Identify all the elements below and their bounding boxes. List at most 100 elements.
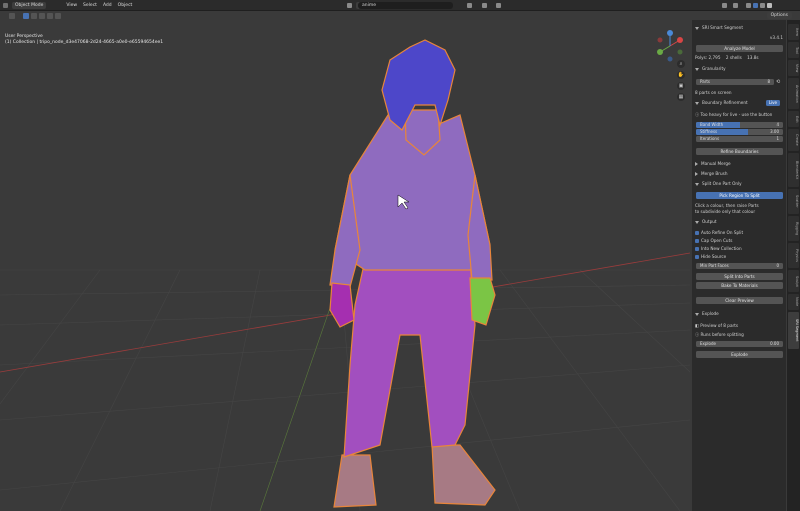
select-invert-icon[interactable] xyxy=(47,12,53,19)
parts-field[interactable]: Parts 8 xyxy=(696,79,774,85)
left-hand xyxy=(329,282,355,328)
tab-item[interactable]: Item xyxy=(788,24,799,40)
output-header[interactable]: Output xyxy=(695,219,783,224)
new-collection-checkbox[interactable]: Into New Collection xyxy=(695,246,783,251)
stiffness-slider[interactable]: Stiffness 3.00 xyxy=(696,129,783,135)
manual-merge-header[interactable]: Manual Merge xyxy=(695,161,783,166)
explode-slider[interactable]: Explode 0.00 xyxy=(696,341,783,347)
tab-view[interactable]: View xyxy=(788,60,799,76)
ortho-toggle-icon[interactable]: ▦ xyxy=(677,93,685,101)
filter-icon[interactable] xyxy=(496,2,501,8)
stat-polys: Polys: 2,795 xyxy=(695,55,721,60)
editor-type-icon[interactable] xyxy=(3,2,8,8)
auto-refine-checkbox[interactable]: Auto Refine On Split xyxy=(695,230,783,235)
viewport-info: User Perspective (1) Collection | tripo_… xyxy=(5,34,163,46)
mode-selector[interactable]: Object Mode xyxy=(12,1,47,9)
min-part-faces-field[interactable]: Min Part Faces 0 xyxy=(696,263,783,269)
iterations-field[interactable]: Iterations 1 xyxy=(696,136,783,142)
3d-viewport[interactable]: User Perspective (1) Collection | tripo_… xyxy=(0,20,690,511)
expand-icon xyxy=(695,312,699,316)
character-model[interactable] xyxy=(320,35,520,510)
explode-button[interactable]: Explode xyxy=(696,351,783,358)
checkbox-icon xyxy=(695,247,699,251)
refine-boundaries-button[interactable]: Refine Boundaries xyxy=(696,148,783,155)
overlay-icon[interactable] xyxy=(722,2,727,8)
clear-preview-button[interactable]: Clear Preview xyxy=(696,297,783,304)
band-width-slider[interactable]: Band Width 4 xyxy=(696,122,783,128)
shading-solid-icon[interactable] xyxy=(753,2,758,8)
xray-icon[interactable] xyxy=(733,2,738,8)
tab-rigging[interactable]: Rigging xyxy=(788,216,799,241)
transform-pivot-icon[interactable] xyxy=(347,2,353,8)
menu-object[interactable]: Object xyxy=(118,3,133,8)
version-label: v3.4.1 xyxy=(769,35,783,40)
stat-shells: 2 shells xyxy=(725,55,742,60)
stat-time: 13.8s xyxy=(747,55,759,60)
tab-blenderkit[interactable]: BlenderKit xyxy=(788,153,799,187)
checkbox-icon xyxy=(695,231,699,235)
link-icon[interactable]: ⟲ xyxy=(776,79,780,85)
menu-select[interactable]: Select xyxy=(83,3,97,8)
gizmo-toggle-icon[interactable] xyxy=(482,2,487,8)
shading-rendered-icon[interactable] xyxy=(767,2,772,8)
split-into-parts-button[interactable]: Split Into Parts xyxy=(696,273,783,280)
split-help-2: to subdivide only that colour xyxy=(695,209,756,214)
too-heavy-note: ⓘ Too heavy for live - use the button xyxy=(695,112,773,117)
left-boot xyxy=(333,454,377,508)
stats-row: Polys: 2,795 2 shells 13.8s xyxy=(695,55,783,60)
checkbox-icon xyxy=(695,255,699,259)
pan-hand-icon[interactable]: ✋ xyxy=(677,71,685,79)
select-subtract-icon[interactable] xyxy=(39,12,45,19)
parts-on-screen: 8 parts on screen xyxy=(695,90,732,95)
tab-tool[interactable]: Tool xyxy=(788,42,799,58)
menu-view[interactable]: View xyxy=(66,3,77,8)
tool-row xyxy=(0,11,690,20)
menu-add[interactable]: Add xyxy=(103,3,112,8)
options-dropdown[interactable]: Options xyxy=(766,12,792,19)
collapse-icon xyxy=(695,172,698,176)
expand-icon xyxy=(695,220,699,224)
header-bar: Object Mode View Select Add Object Globa… xyxy=(0,0,800,11)
split-help-1: Click a colour, then raise Parts xyxy=(695,203,759,208)
expand-icon xyxy=(695,67,699,71)
shading-material-icon[interactable] xyxy=(760,2,765,8)
visibility-icon[interactable] xyxy=(467,2,472,8)
select-box-icon[interactable] xyxy=(23,12,29,19)
panel-title: SRI Smart Segment xyxy=(695,25,783,30)
pants xyxy=(343,259,476,458)
preview-parts-row: ◧ Preview of 8 parts xyxy=(695,323,739,328)
expand-icon xyxy=(695,101,699,105)
merge-brush-header[interactable]: Merge Brush xyxy=(695,171,783,176)
tab-create[interactable]: Create xyxy=(788,129,799,151)
tab-edit[interactable]: Edit xyxy=(788,111,799,127)
analyze-model-button[interactable]: Analyze Model xyxy=(696,45,783,52)
tab-physics[interactable]: Physics xyxy=(788,243,799,268)
explode-header[interactable]: Explode xyxy=(695,311,783,316)
tab-animation[interactable]: Animation xyxy=(788,78,799,109)
sidebar-panel: SRI Smart Segment v3.4.1 Analyze Model P… xyxy=(692,20,786,511)
select-intersect-icon[interactable] xyxy=(55,12,61,19)
select-tool-icon[interactable] xyxy=(9,12,15,19)
navigation-gizmo[interactable] xyxy=(652,28,688,64)
zoom-icon[interactable]: ⌕ xyxy=(677,60,685,68)
right-hand xyxy=(469,277,496,326)
tab-node[interactable]: Node xyxy=(788,294,799,310)
live-toggle[interactable]: Live xyxy=(765,100,780,106)
hide-source-checkbox[interactable]: Hide Source xyxy=(695,254,783,259)
tab-sri-segment[interactable]: SRI Segment xyxy=(788,312,799,349)
sidebar-tabs: Item Tool View Animation Edit Create BlenderKi… xyxy=(787,20,800,511)
bake-materials-button[interactable]: Bake To Materials xyxy=(696,282,783,289)
granularity-header[interactable]: Granularity xyxy=(695,66,783,71)
tab-sculpt[interactable]: Sculpt xyxy=(788,270,799,292)
search-input[interactable]: anime xyxy=(358,1,453,9)
tab-scatter[interactable]: Scatter xyxy=(788,189,799,214)
split-one-header[interactable]: Split One Part Only xyxy=(695,181,783,186)
right-boot xyxy=(431,444,496,506)
pick-region-button[interactable]: Pick Region To Split xyxy=(696,192,783,199)
shading-wireframe-icon[interactable] xyxy=(746,2,751,8)
collection-label: (1) Collection | tripo_node_d3e47068-2d2… xyxy=(5,40,164,45)
runs-before-row: ⓘ Runs before splitting xyxy=(695,332,744,337)
cap-open-cuts-checkbox[interactable]: Cap Open Cuts xyxy=(695,238,783,243)
select-extend-icon[interactable] xyxy=(31,12,37,19)
camera-view-icon[interactable]: ▣ xyxy=(677,82,685,90)
